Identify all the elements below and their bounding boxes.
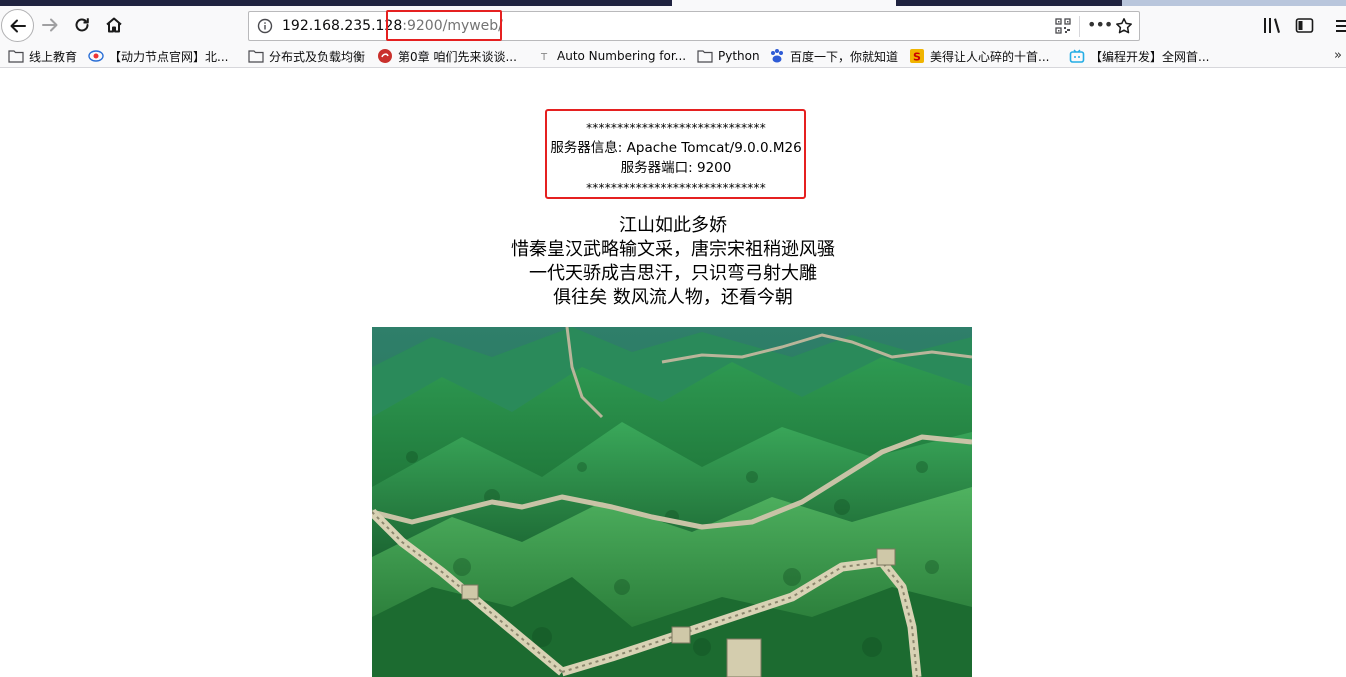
bookmark-label: Python [718,49,760,63]
bookmark-label: 百度一下，你就知道 [790,49,899,64]
navigation-toolbar: 192.168.235.128:9200/myweb/ ••• [0,6,1346,44]
baidu-icon [769,48,785,64]
reload-button[interactable] [66,9,98,41]
bookmark-label: 第0章 咱们先来谈谈... [398,49,517,64]
arrow-right-icon [42,18,58,32]
home-icon [106,17,122,33]
info-icon[interactable] [257,18,273,34]
folder-icon [697,48,713,64]
great-wall-photo [372,327,972,677]
home-button[interactable] [98,9,130,41]
page-content: ***************************** 服务器信息: Apa… [0,69,1346,677]
server-port-line: 服务器端口: 9200 [620,160,732,176]
poem-line: 江山如此多娇 [619,215,727,236]
bookmark-label: 美得让人心碎的十首... [930,49,1050,64]
bookmark-item[interactable]: 第0章 咱们先来谈谈... [377,47,517,65]
poem-line: 一代天骄成吉思汗，只识弯弓射大雕 [529,263,817,284]
bookmark-item[interactable]: 分布式及负载均衡 [248,47,365,65]
site-icon [377,48,393,64]
qr-code-icon[interactable] [1055,18,1071,34]
address-bar[interactable]: 192.168.235.128:9200/myweb/ ••• [248,10,1140,41]
bookmark-item[interactable]: S 美得让人心碎的十首... [909,47,1049,65]
bookmark-item[interactable]: 【动力节点官网】北... [88,47,228,65]
url-host: 192.168.235.128 [282,18,403,34]
bookmark-label: 【编程开发】全网首... [1090,49,1210,64]
svg-text:S: S [913,51,921,64]
forward-button[interactable] [34,9,66,41]
page-actions-more-icon[interactable]: ••• [1087,17,1113,35]
back-button[interactable] [1,9,34,42]
bookmarks-overflow-chevron-icon[interactable]: » [1334,48,1342,63]
folder-icon [8,48,24,64]
bookmark-item[interactable]: 【编程开发】全网首... [1069,47,1209,65]
site-icon [88,48,104,64]
library-icon[interactable] [1262,16,1284,36]
bookmark-label: 【动力节点官网】北... [109,49,229,64]
site-icon: S [909,48,925,64]
reload-icon [75,18,89,32]
server-info-block: ***************************** 服务器信息: Apa… [546,109,806,199]
bookmark-star-icon[interactable] [1115,17,1133,35]
bilibili-icon [1069,48,1085,64]
arrow-left-icon [10,19,26,32]
hamburger-menu-icon[interactable] [1334,16,1346,36]
bookmark-label: 线上教育 [29,49,78,64]
svg-text:T: T [540,52,548,63]
bookmark-label: 分布式及负载均衡 [269,49,366,64]
bookmark-item[interactable]: T Auto Numbering for... [536,47,686,65]
poem-line: 惜秦皇汉武略输文采，唐宗宋祖稍逊风骚 [511,239,835,260]
server-info-line: 服务器信息: Apache Tomcat/9.0.0.M26 [550,140,802,156]
poem-text: 江山如此多娇 惜秦皇汉武略输文采，唐宗宋祖稍逊风骚 一代天骄成吉思汗，只识弯弓射… [0,214,1346,310]
bookmark-label: Auto Numbering for... [557,49,687,63]
stars-divider-bottom: ***************************** [586,181,766,195]
site-icon: T [536,48,552,64]
urlbar-separator [1079,16,1080,37]
folder-icon [248,48,264,64]
bookmark-item[interactable]: Python [697,47,760,65]
bookmark-item[interactable]: 线上教育 [8,47,77,65]
url-port-highlight-box [386,10,502,41]
bookmarks-toolbar: 线上教育 【动力节点官网】北... 分布式及负载均衡 第0章 咱们先来谈谈...… [0,44,1346,68]
poem-line: 俱往矣 数风流人物，还看今朝 [553,287,793,308]
stars-divider-top: ***************************** [586,121,766,135]
bookmark-item[interactable]: 百度一下，你就知道 [769,47,898,65]
sidebar-icon[interactable] [1294,16,1316,36]
